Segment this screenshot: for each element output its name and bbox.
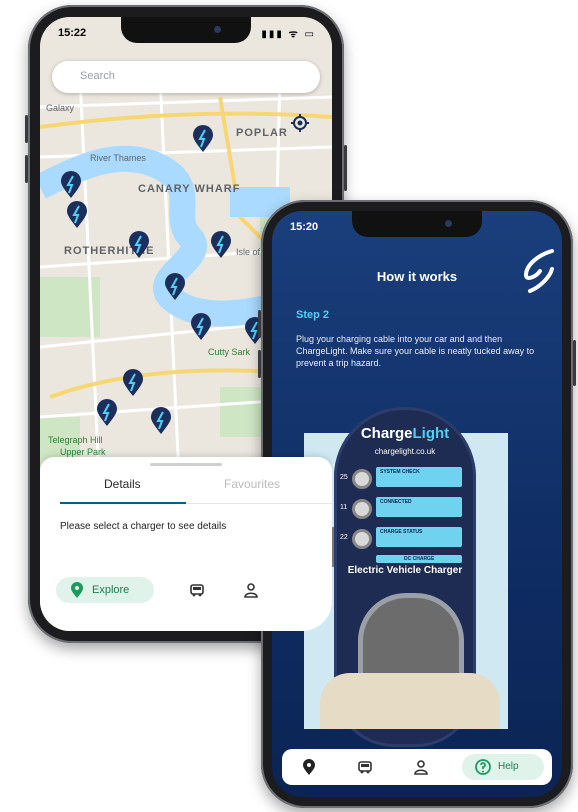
volume-down-button xyxy=(25,155,28,183)
row-panel: CONNECTED xyxy=(376,497,462,517)
charger-pin-icon[interactable] xyxy=(192,125,214,153)
select-charger-hint: Please select a charger to see details xyxy=(60,521,227,532)
details-sheet: Details Favourites Please select a charg… xyxy=(40,457,332,631)
charger-pin-icon[interactable] xyxy=(60,171,82,199)
help-button[interactable]: Help xyxy=(462,754,544,780)
charger-pin-icon[interactable] xyxy=(66,201,88,229)
location-pin-icon[interactable] xyxy=(300,758,318,776)
tab-details[interactable]: Details xyxy=(104,477,141,491)
search-placeholder: Search xyxy=(80,70,115,82)
brand-part-charge: Charge xyxy=(360,425,413,442)
location-pin-icon xyxy=(71,582,83,598)
step-description: Plug your charging cable into your car a… xyxy=(296,334,535,368)
explore-label: Explore xyxy=(92,584,130,596)
charger-pin-icon[interactable] xyxy=(210,231,232,259)
map-label-cutty-sark: Cutty Sark xyxy=(208,347,251,357)
charger-pin-icon[interactable] xyxy=(150,407,172,435)
row-panel: CHARGE STATUS xyxy=(376,527,462,547)
hand-illustration xyxy=(320,673,500,729)
map-label-galaxy: Galaxy xyxy=(46,103,75,113)
charger-pin-icon[interactable] xyxy=(96,399,118,427)
bottom-nav: Explore xyxy=(50,573,322,607)
row-label: CHARGE STATUS xyxy=(380,529,423,535)
brand-part-light: Light xyxy=(412,425,450,442)
row-number: 25 xyxy=(340,474,348,481)
search-bar[interactable]: Search xyxy=(52,61,320,93)
tab-favourites[interactable]: Favourites xyxy=(224,477,280,491)
volume-up-button xyxy=(25,115,28,143)
status-time: 15:22 xyxy=(58,27,87,39)
explore-button[interactable]: Explore xyxy=(56,577,154,603)
charger-row: 11 CONNECTED xyxy=(340,497,464,519)
tab-indicator xyxy=(60,502,186,504)
charger-row: 25 SYSTEM CHECK xyxy=(340,467,464,489)
step-label: Step 2 xyxy=(296,309,330,321)
socket-icon xyxy=(352,499,372,519)
charger-url: chargelight.co.uk xyxy=(374,447,436,456)
socket-icon xyxy=(352,529,372,549)
power-button xyxy=(344,145,347,191)
status-time: 15:20 xyxy=(290,221,319,233)
car-icon[interactable] xyxy=(356,758,374,776)
charger-pin-icon[interactable] xyxy=(122,369,144,397)
user-icon[interactable] xyxy=(242,581,260,599)
tab-divider xyxy=(186,503,332,504)
status-icons: ▮▮▮ ᯤ ▭ xyxy=(261,29,316,40)
charge-bar: DC CHARGE xyxy=(376,555,462,563)
user-icon[interactable] xyxy=(412,758,430,776)
page-title: How it works xyxy=(376,269,458,284)
volume-up-button xyxy=(258,310,261,338)
row-number: 11 xyxy=(340,504,348,511)
charger-pin-icon[interactable] xyxy=(190,313,212,341)
volume-down-button xyxy=(258,350,261,378)
help-icon xyxy=(475,759,491,775)
help-label: Help xyxy=(498,761,519,772)
charger-pin-icon[interactable] xyxy=(128,231,150,259)
notch xyxy=(121,17,251,43)
map-label-canary-wharf: CANARY WHARF xyxy=(138,183,241,195)
charger-row: 22 CHARGE STATUS xyxy=(340,527,464,549)
charge-bar-label: DC CHARGE xyxy=(404,556,435,562)
bottom-nav: Help xyxy=(282,749,552,785)
row-label: CONNECTED xyxy=(380,499,412,505)
socket-icon xyxy=(352,469,372,489)
row-label: SYSTEM CHECK xyxy=(380,469,420,475)
charger-caption: Electric Vehicle Charger xyxy=(347,565,463,576)
map-label-poplar: POPLAR xyxy=(236,127,288,139)
row-number: 22 xyxy=(340,534,348,541)
row-panel: SYSTEM CHECK xyxy=(376,467,462,487)
power-button xyxy=(573,340,576,386)
map-label-telegraph-hill: Telegraph Hill xyxy=(48,435,103,445)
map-label-river-thames: River Thames xyxy=(90,153,146,163)
charger-pin-icon[interactable] xyxy=(164,273,186,301)
charger-brand: ChargeLight xyxy=(334,425,476,442)
crosshair-icon[interactable] xyxy=(290,113,310,133)
sheet-handle[interactable] xyxy=(150,463,222,466)
car-icon[interactable] xyxy=(188,581,206,599)
notch xyxy=(352,211,482,237)
map-label-upper-park: Upper Park xyxy=(60,447,106,457)
